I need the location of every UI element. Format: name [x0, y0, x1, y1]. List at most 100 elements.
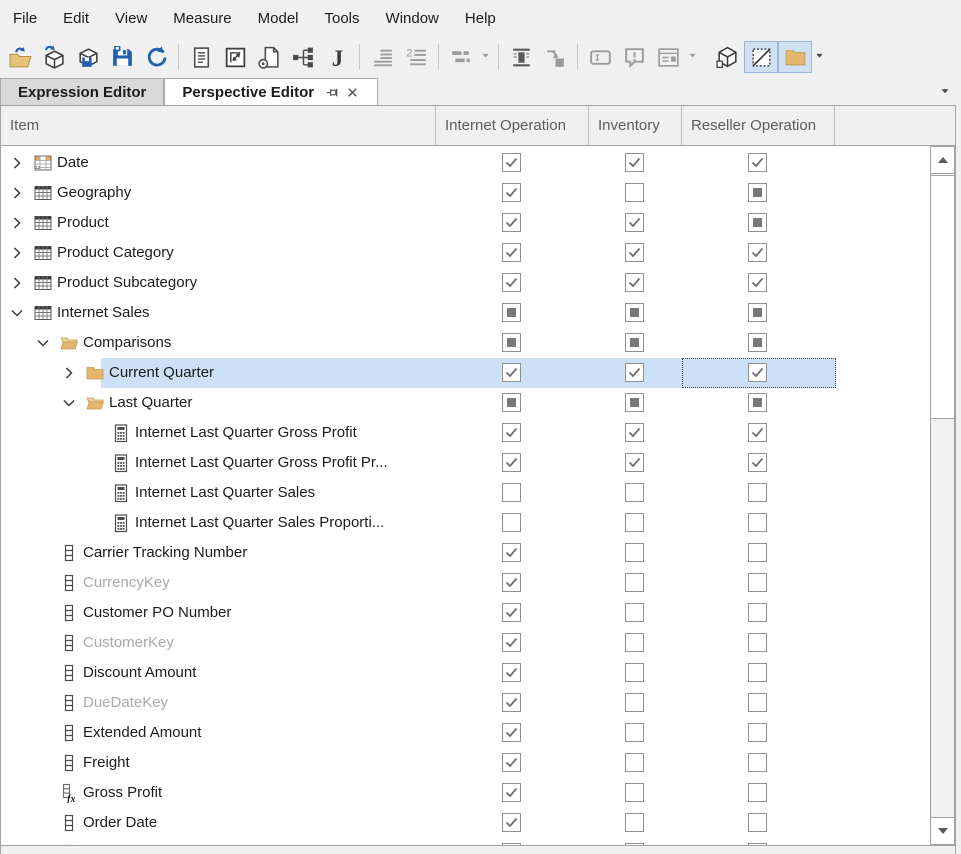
tree-row[interactable]: Order Date	[1, 808, 930, 838]
chevron-right-icon[interactable]	[9, 275, 25, 291]
perspective-checkbox-unchecked[interactable]	[625, 813, 644, 832]
perspective-checkbox-checked[interactable]	[502, 183, 521, 202]
perspective-checkbox-checked[interactable]	[502, 213, 521, 232]
perspective-checkbox-mixed[interactable]	[625, 303, 644, 322]
perspective-checkbox-checked[interactable]	[625, 453, 644, 472]
perspective-checkbox-checked[interactable]	[502, 813, 521, 832]
menu-file[interactable]: File	[0, 2, 50, 35]
tree-row[interactable]: DueDateKey	[1, 688, 930, 718]
perspective-checkbox-unchecked[interactable]	[748, 723, 767, 742]
perspective-checkbox-checked[interactable]	[502, 783, 521, 802]
perspective-checkbox-unchecked[interactable]	[748, 813, 767, 832]
perspective-checkbox-unchecked[interactable]	[625, 483, 644, 502]
perspective-checkbox-checked[interactable]	[748, 453, 767, 472]
column-header-inventory[interactable]: Inventory	[588, 106, 681, 145]
chevron-down-icon[interactable]	[35, 335, 51, 351]
perspective-checkbox-checked[interactable]	[748, 273, 767, 292]
perspective-checkbox-checked[interactable]	[625, 363, 644, 382]
close-icon[interactable]	[344, 84, 360, 100]
tree-row[interactable]: 12Date	[1, 148, 930, 178]
perspective-checkbox-checked[interactable]	[625, 213, 644, 232]
perspective-checkbox-checked[interactable]	[625, 423, 644, 442]
tree-row[interactable]: Comparisons	[1, 328, 930, 358]
perspective-checkbox-mixed[interactable]	[748, 183, 767, 202]
perspective-checkbox-mixed[interactable]	[502, 393, 521, 412]
menu-tools[interactable]: Tools	[312, 2, 373, 35]
perspective-checkbox-mixed[interactable]	[748, 213, 767, 232]
deploy-cube-button[interactable]	[37, 41, 71, 73]
perspective-checkbox-checked[interactable]	[502, 363, 521, 382]
perspective-checkbox-unchecked[interactable]	[625, 573, 644, 592]
perspective-checkbox-unchecked[interactable]	[748, 753, 767, 772]
perspective-checkbox-checked[interactable]	[502, 423, 521, 442]
tree-row[interactable]: Product	[1, 208, 930, 238]
partition-page-button[interactable]	[252, 41, 286, 73]
tab-perspective-editor[interactable]: Perspective Editor	[164, 78, 378, 105]
scrollbar-thumb[interactable]	[930, 175, 955, 419]
tree-row[interactable]: Freight	[1, 748, 930, 778]
tree-row[interactable]: Internet Last Quarter Sales Proporti...	[1, 508, 930, 538]
perspective-checkbox-checked[interactable]	[625, 153, 644, 172]
perspective-checkbox-checked[interactable]	[748, 243, 767, 262]
menu-view[interactable]: View	[102, 2, 160, 35]
tree-row[interactable]: Internet Last Quarter Sales	[1, 478, 930, 508]
perspective-checkbox-unchecked[interactable]	[625, 693, 644, 712]
caret-down-button[interactable]	[812, 41, 827, 73]
perspective-checkbox-unchecked[interactable]	[748, 783, 767, 802]
perspective-checkbox-unchecked[interactable]	[748, 483, 767, 502]
perspective-checkbox-unchecked[interactable]	[748, 573, 767, 592]
perspective-checkbox-mixed[interactable]	[748, 333, 767, 352]
tab-expression-editor[interactable]: Expression Editor	[0, 78, 164, 105]
tree-row[interactable]: Product Subcategory	[1, 268, 930, 298]
chevron-down-icon[interactable]	[9, 305, 25, 321]
chevron-down-icon[interactable]	[61, 395, 77, 411]
perspective-checkbox-checked[interactable]	[502, 573, 521, 592]
perspective-checkbox-unchecked[interactable]	[748, 543, 767, 562]
tree-row[interactable]: CurrencyKey	[1, 568, 930, 598]
chevron-right-icon[interactable]	[61, 365, 77, 381]
folder-button[interactable]	[778, 41, 812, 73]
open-folder-button[interactable]	[3, 41, 37, 73]
menu-edit[interactable]: Edit	[50, 2, 102, 35]
perspective-checkbox-unchecked[interactable]	[748, 693, 767, 712]
pin-icon[interactable]	[324, 84, 340, 100]
perspective-checkbox-unchecked[interactable]	[625, 603, 644, 622]
diagonal-square-button[interactable]	[744, 41, 778, 73]
tree-row[interactable]: Internet Last Quarter Gross Profit Pr...	[1, 448, 930, 478]
perspective-checkbox-mixed[interactable]	[625, 333, 644, 352]
chevron-right-icon[interactable]	[9, 185, 25, 201]
save-button[interactable]	[105, 41, 139, 73]
chevron-right-icon[interactable]	[9, 215, 25, 231]
menu-measure[interactable]: Measure	[160, 2, 244, 35]
refresh-button[interactable]	[139, 41, 173, 73]
menu-window[interactable]: Window	[373, 2, 452, 35]
hierarchy-button[interactable]	[286, 41, 320, 73]
perspective-checkbox-unchecked[interactable]	[625, 723, 644, 742]
tab-list-dropdown-icon[interactable]	[939, 84, 953, 98]
perspective-checkbox-checked[interactable]	[502, 663, 521, 682]
perspective-checkbox-checked[interactable]	[502, 453, 521, 472]
vertical-scrollbar[interactable]	[930, 146, 955, 845]
perspective-checkbox-mixed[interactable]	[625, 393, 644, 412]
perspective-checkbox-mixed[interactable]	[502, 333, 521, 352]
perspective-checkbox-unchecked[interactable]	[748, 513, 767, 532]
tree-row[interactable]: Order Quantity	[1, 838, 930, 845]
perspective-checkbox-checked[interactable]	[502, 633, 521, 652]
perspective-checkbox-checked[interactable]	[748, 153, 767, 172]
tree-row[interactable]: Geography	[1, 178, 930, 208]
grid-format-button[interactable]	[218, 41, 252, 73]
perspective-checkbox-mixed[interactable]	[502, 303, 521, 322]
perspective-checkbox-unchecked[interactable]	[748, 633, 767, 652]
perspective-checkbox-unchecked[interactable]	[625, 783, 644, 802]
scroll-up-button[interactable]	[931, 147, 954, 174]
perspective-checkbox-checked[interactable]	[502, 153, 521, 172]
perspective-checkbox-mixed[interactable]	[748, 393, 767, 412]
align-stack-button[interactable]	[504, 41, 538, 73]
document-button[interactable]	[184, 41, 218, 73]
perspective-checkbox-checked[interactable]	[748, 423, 767, 442]
perspective-checkbox-checked[interactable]	[502, 603, 521, 622]
scroll-down-button[interactable]	[931, 817, 954, 844]
column-header-item[interactable]: Item	[1, 106, 435, 145]
tree-row[interactable]: Product Category	[1, 238, 930, 268]
perspective-checkbox-checked[interactable]	[625, 243, 644, 262]
